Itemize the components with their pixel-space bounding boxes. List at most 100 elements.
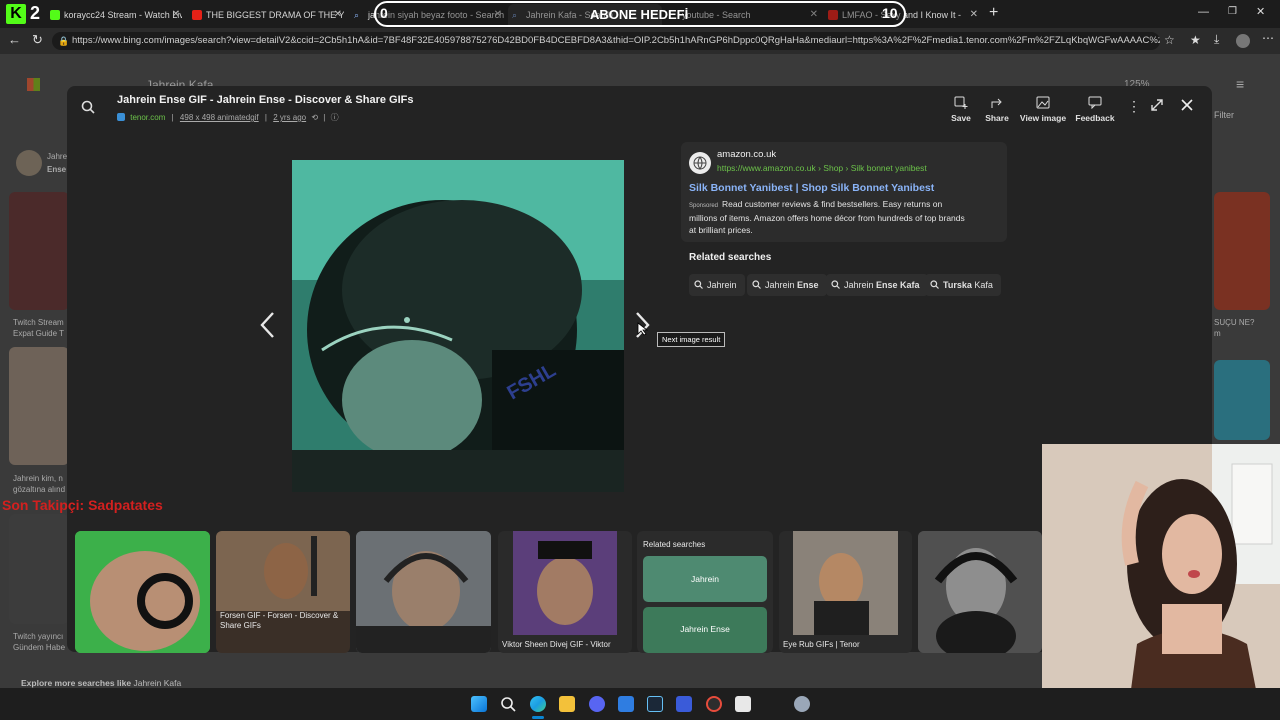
right-thumb: [1214, 192, 1270, 310]
browser-address-bar: ← ↻ 🔒 https://www.bing.com/images/search…: [0, 28, 1280, 54]
left-item: Expat Guide T: [13, 329, 64, 338]
chip-label-bold: Turska: [943, 280, 972, 290]
related-searches-heading: Related searches: [689, 252, 772, 263]
app-red-icon[interactable]: [706, 696, 722, 712]
collections-icon[interactable]: ★: [1190, 33, 1201, 47]
maximize-button[interactable]: ❐: [1228, 6, 1237, 17]
image-size-meta[interactable]: 498 x 498 animatedgif: [180, 113, 259, 122]
related-item-jahrein-ense[interactable]: Jahrein Ense: [643, 607, 767, 653]
hamburger-menu-icon[interactable]: ≡: [1236, 76, 1244, 92]
right-item: SUÇU NE?: [1214, 318, 1255, 327]
close-tab-icon[interactable]: ✕: [970, 4, 978, 26]
image-icon: [1036, 96, 1050, 109]
thumb-eye-rub[interactable]: Eye Rub GIFs | Tenor: [779, 531, 912, 653]
feedback-button[interactable]: Feedback: [1073, 96, 1117, 123]
thumb-caption: Forsen GIF - Forsen - Discover & Share G…: [220, 611, 339, 630]
meta-divider: |: [323, 113, 326, 122]
source-meta-row: tenor.com | 498 x 498 animatedgif | 2 yr…: [117, 112, 339, 123]
close-tab-icon[interactable]: ✕: [334, 4, 342, 26]
file-explorer-icon[interactable]: [559, 696, 575, 712]
tenor-favicon-icon: [117, 113, 125, 121]
app-blue-icon[interactable]: [676, 696, 692, 712]
related-item-jahrein[interactable]: Jahrein: [643, 556, 767, 602]
globe-icon: [689, 152, 711, 174]
lock-icon: 🔒: [58, 36, 70, 46]
explore-query-text[interactable]: Jahrein Kafa: [133, 678, 181, 688]
chip-label: Jahrein: [707, 280, 737, 290]
meta-divider: |: [171, 113, 174, 122]
save-label: Save: [951, 113, 971, 123]
url-field[interactable]: 🔒 https://www.bing.com/images/search?vie…: [52, 32, 1160, 50]
tab-biggest-drama[interactable]: THE BIGGEST DRAMA OF THE YEA ✕: [188, 4, 344, 26]
new-tab-button[interactable]: +: [989, 4, 998, 22]
back-icon[interactable]: ←: [8, 32, 21, 47]
chip-label: Kafa: [971, 280, 993, 290]
feedback-label: Feedback: [1075, 113, 1115, 123]
start-menu-icon[interactable]: [471, 696, 487, 712]
search-icon[interactable]: [500, 696, 516, 712]
settings-gear-icon[interactable]: [794, 696, 810, 712]
roblox-icon[interactable]: [735, 696, 751, 712]
left-thumb: [9, 192, 69, 310]
right-item: m: [1214, 329, 1221, 338]
source-link[interactable]: tenor.com: [130, 113, 165, 122]
windows-taskbar: [0, 688, 1280, 720]
main-gif-image[interactable]: FSHL: [292, 160, 624, 492]
next-image-tooltip: Next image result: [657, 332, 726, 347]
mouse-cursor-icon: [637, 322, 649, 341]
thumb-headphones-guy[interactable]: [356, 531, 491, 653]
explore-more-text: Explore more searches like: [21, 678, 132, 688]
close-window-button[interactable]: ✕: [1256, 5, 1265, 18]
thumb-forsen[interactable]: Forsen GIF - Forsen - Discover & Share G…: [216, 531, 350, 653]
thumb-bw-headset[interactable]: [918, 531, 1042, 653]
related-chip-jahrein-ense[interactable]: Jahrein Ense: [747, 274, 827, 296]
related-item-label: Jahrein Ense: [680, 624, 730, 634]
edge-browser-icon[interactable]: [530, 696, 546, 712]
downloads-icon[interactable]: ⤓: [1214, 32, 1219, 47]
expand-icon[interactable]: [1151, 98, 1163, 116]
previous-image-arrow-icon[interactable]: [257, 310, 281, 340]
thumb-viktor-sheen[interactable]: Viktor Sheen Divej GIF - Viktor: [498, 531, 632, 653]
discord-icon[interactable]: [589, 696, 605, 712]
favorites-icon[interactable]: ☆: [1164, 33, 1175, 47]
left-item: Jahre: [47, 152, 68, 161]
steam-icon[interactable]: [647, 696, 663, 712]
logo-number: 2: [30, 3, 41, 23]
history-icon: ⟲: [311, 113, 319, 122]
microsoft-store-icon[interactable]: [618, 696, 634, 712]
modal-search-icon[interactable]: [81, 100, 95, 119]
info-icon[interactable]: ⓘ: [331, 113, 339, 122]
ad-breadcrumb[interactable]: https://www.amazon.co.uk › Shop › Silk b…: [717, 163, 927, 173]
image-age-meta[interactable]: 2 yrs ago: [273, 113, 306, 122]
more-options-icon[interactable]: ⋮: [1127, 98, 1141, 115]
related-chip-jahrein-ense-kafa[interactable]: Jahrein Ense Kafa: [826, 274, 928, 296]
save-icon: [954, 96, 968, 109]
refresh-icon[interactable]: ↻: [32, 32, 43, 48]
left-avatar: [16, 150, 42, 176]
tab-koraycc24[interactable]: koraycc24 Stream - Watch Liv ✕: [46, 4, 182, 26]
ad-headline-link[interactable]: Silk Bonnet Yanibest | Shop Silk Bonnet …: [689, 182, 934, 194]
close-tab-icon[interactable]: ✕: [172, 4, 180, 26]
ad-domain: amazon.co.uk: [717, 149, 777, 160]
minimize-button[interactable]: —: [1198, 6, 1209, 18]
left-item: gözaltına alınd: [13, 485, 66, 494]
share-button[interactable]: Share: [975, 96, 1019, 123]
ad-description: Sponsored Read customer reviews & find be…: [689, 198, 1005, 236]
related-chip-jahrein[interactable]: Jahrein: [689, 274, 745, 296]
sponsored-badge: Sponsored: [689, 203, 719, 209]
youtube-favicon-icon: [192, 10, 202, 20]
streamer-webcam: [1042, 444, 1280, 720]
view-image-button[interactable]: View image: [1017, 96, 1069, 123]
thumb-green-headset[interactable]: [75, 531, 210, 653]
filter-label[interactable]: Filter: [1214, 110, 1234, 120]
sponsored-ad-card[interactable]: amazon.co.uk https://www.amazon.co.uk › …: [681, 142, 1007, 242]
modal-title[interactable]: Jahrein Ense GIF - Jahrein Ense - Discov…: [117, 94, 414, 106]
view-image-label: View image: [1019, 113, 1067, 123]
more-menu-icon[interactable]: ⋯: [1262, 31, 1274, 45]
profile-avatar[interactable]: [1236, 34, 1250, 48]
search-icon: [694, 280, 703, 289]
related-chip-turska-kafa[interactable]: Turska Kafa: [925, 274, 1001, 296]
close-modal-icon[interactable]: [1181, 98, 1193, 116]
thumb-related-searches: Related searches Jahrein Jahrein Ense: [637, 531, 773, 653]
browser-tab-bar: K 2 koraycc24 Stream - Watch Liv ✕ THE B…: [0, 0, 1280, 28]
